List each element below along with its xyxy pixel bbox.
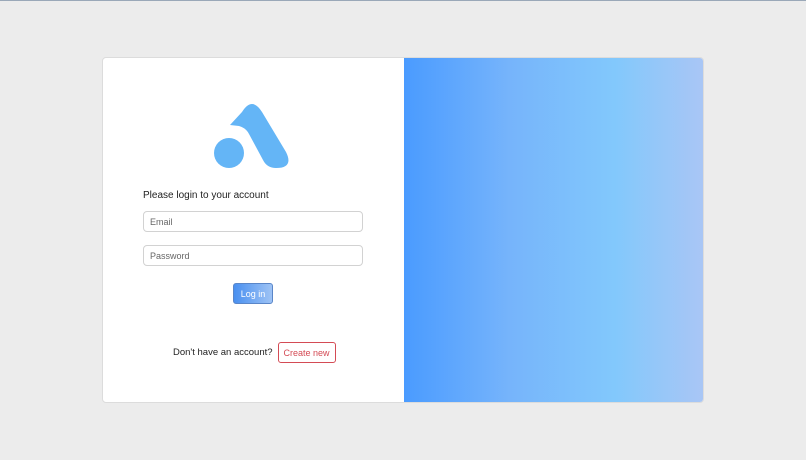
login-prompt: Please login to your account <box>143 190 269 201</box>
gradient-panel <box>404 58 703 402</box>
login-card: Please login to your account Log in Don'… <box>102 57 704 403</box>
password-input[interactable] <box>143 245 363 266</box>
login-form-pane: Please login to your account Log in Don'… <box>103 58 404 402</box>
login-button[interactable]: Log in <box>233 283 273 304</box>
signup-prompt: Don't have an account? <box>173 347 273 358</box>
create-account-button[interactable]: Create new <box>277 342 336 363</box>
brand-logo-icon <box>214 104 289 168</box>
email-input[interactable] <box>143 211 363 232</box>
window-top-border <box>0 0 806 1</box>
signup-row: Don't have an account? Create new <box>173 342 336 363</box>
